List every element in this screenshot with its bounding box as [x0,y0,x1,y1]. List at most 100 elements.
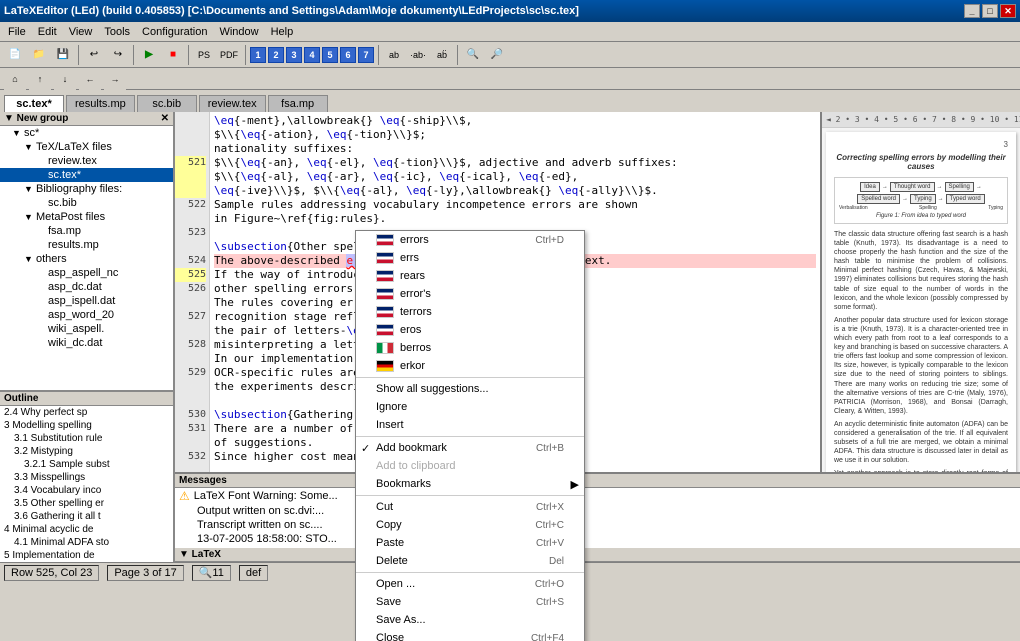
preview-ruler: ◄ 2 • 3 • 4 • 5 • 6 • 7 • 8 • 9 • 10 • 1… [822,112,1020,128]
tree-item-label: asp_word_20 [48,309,114,321]
tab-sctex[interactable]: sc.tex* [4,95,64,112]
pdf-button[interactable]: PDF [217,44,241,66]
outline-item-24[interactable]: 2.4 Why perfect sp [0,406,173,419]
tree-item-wikiaspell[interactable]: wiki_aspell. [0,322,173,336]
cm-item-erkor[interactable]: erkor [356,357,584,375]
cm-item-rears[interactable]: rears [356,267,584,285]
cm-item-cut[interactable]: Cut Ctrl+X [356,498,584,516]
cm-item-eros[interactable]: eros [356,321,584,339]
outline-item-35[interactable]: 3.5 Other spelling er [0,497,173,510]
tree-item-others[interactable]: ▼ others [0,252,173,266]
num3-button[interactable]: 3 [286,47,302,63]
cm-item-errs[interactable]: errs [356,249,584,267]
tree-item-scbib[interactable]: sc.bib [0,196,173,210]
compile-button[interactable]: ▶ [138,44,160,66]
menu-view[interactable]: View [63,24,99,40]
new-button[interactable]: 📄 [4,44,26,66]
ps-button[interactable]: PS [193,44,215,66]
cm-item-ignore[interactable]: Ignore [356,398,584,416]
tab-resultsmp[interactable]: results.mp [66,95,135,112]
cm-label-berros: berros [376,342,431,354]
num6-button[interactable]: 6 [340,47,356,63]
cm-item-delete[interactable]: Delete Del [356,552,584,570]
stop-button[interactable]: ■ [162,44,184,66]
tab-scbib[interactable]: sc.bib [137,95,197,112]
outline-item-41[interactable]: 4.1 Minimal ADFA sto [0,536,173,549]
line-num: 524 [175,254,206,268]
num5-button[interactable]: 5 [322,47,338,63]
cm-item-open[interactable]: Open ... Ctrl+O [356,575,584,593]
outline-item-34[interactable]: 3.4 Vocabulary inco [0,484,173,497]
title-bar: LaTeXEditor (LEd) (build 0.405853) [C:\D… [0,0,1020,22]
tree-item-aspispell[interactable]: asp_ispell.dat [0,294,173,308]
tree-item-sctex[interactable]: sc.tex* [0,168,173,182]
tree-item-aspaspell[interactable]: asp_aspell_nc [0,266,173,280]
cm-item-paste[interactable]: Paste Ctrl+V [356,534,584,552]
cm-item-save[interactable]: Save Ctrl+S [356,593,584,611]
cm-item-copy[interactable]: Copy Ctrl+C [356,516,584,534]
outline-item-36[interactable]: 3.6 Gathering it all t [0,510,173,523]
tree-item-bibfiles[interactable]: ▼ Bibliography files: [0,182,173,196]
spell-ab3-button[interactable]: ab̈ [431,44,453,66]
maximize-button[interactable]: □ [982,4,998,18]
cm-item-errors[interactable]: errors Ctrl+D [356,231,584,249]
close-button[interactable]: ✕ [1000,4,1016,18]
tb2-btn5[interactable]: → [104,68,126,90]
tree-item-label: wiki_dc.dat [48,337,102,349]
outline-item-5[interactable]: 5 Implementation de [0,549,173,562]
outline-item-4[interactable]: 4 Minimal acyclic de [0,523,173,536]
menu-file[interactable]: File [2,24,32,40]
spell-ab-button[interactable]: ab [383,44,405,66]
zoom-out-button[interactable]: 🔎 [486,44,508,66]
open-button[interactable]: 📁 [28,44,50,66]
num4-button[interactable]: 4 [304,47,320,63]
tb2-btn3[interactable]: ↓ [54,68,76,90]
menu-window[interactable]: Window [213,24,264,40]
tree-item-wikidc[interactable]: wiki_dc.dat [0,336,173,350]
spell-ab2-button[interactable]: ·ab· [407,44,429,66]
num2-button[interactable]: 2 [268,47,284,63]
tb2-btn4[interactable]: ← [79,68,101,90]
tree-item-aspdc[interactable]: asp_dc.dat [0,280,173,294]
minimize-button[interactable]: _ [964,4,980,18]
tree-item-fsamp[interactable]: fsa.mp [0,224,173,238]
cm-item-close[interactable]: Close Ctrl+F4 [356,629,584,641]
cm-item-add-bookmark[interactable]: ✓ Add bookmark Ctrl+B [356,439,584,457]
cm-item-berros[interactable]: berros [356,339,584,357]
save-button[interactable]: 💾 [52,44,74,66]
tree-close-icon[interactable]: ✕ [161,113,169,124]
menu-edit[interactable]: Edit [32,24,63,40]
tree-item-resultsmp[interactable]: results.mp [0,238,173,252]
tb2-btn2[interactable]: ↑ [29,68,51,90]
tb2-btn1[interactable]: ⌂ [4,68,26,90]
cm-item-errors2[interactable]: error's [356,285,584,303]
outline-item-321[interactable]: 3.2.1 Sample subst [0,458,173,471]
menu-configuration[interactable]: Configuration [136,24,213,40]
status-page: Page 3 of 17 [107,565,183,581]
tree-item-review[interactable]: review.tex [0,154,173,168]
cm-item-show-all[interactable]: Show all suggestions... [356,380,584,398]
outline-item-31[interactable]: 3.1 Substitution rule [0,432,173,445]
tree-item-texfiles[interactable]: ▼ TeX/LaTeX files [0,140,173,154]
tree-item-aspword[interactable]: asp_word_20 [0,308,173,322]
tree-item-label: asp_dc.dat [48,281,102,293]
undo-button[interactable]: ↩ [83,44,105,66]
tab-reviewtex[interactable]: review.tex [199,95,266,112]
outline-item-3[interactable]: 3 Modelling spelling [0,419,173,432]
menu-help[interactable]: Help [265,24,300,40]
zoom-in-button[interactable]: 🔍 [462,44,484,66]
redo-button[interactable]: ↪ [107,44,129,66]
cm-item-bookmarks[interactable]: Bookmarks ▶ [356,475,584,493]
num1-button[interactable]: 1 [250,47,266,63]
num7-button[interactable]: 7 [358,47,374,63]
outline-item-33[interactable]: 3.3 Misspellings [0,471,173,484]
cm-item-insert[interactable]: Insert [356,416,584,434]
preview-text-2: Another popular data structure used for … [834,316,1008,416]
outline-item-32[interactable]: 3.2 Mistyping [0,445,173,458]
cm-item-save-as[interactable]: Save As... [356,611,584,629]
tree-item-mpfiles[interactable]: ▼ MetaPost files [0,210,173,224]
menu-tools[interactable]: Tools [98,24,136,40]
tree-item-sc[interactable]: ▼ sc* [0,126,173,140]
tab-fsamp[interactable]: fsa.mp [268,95,328,112]
cm-item-terrors[interactable]: terrors [356,303,584,321]
